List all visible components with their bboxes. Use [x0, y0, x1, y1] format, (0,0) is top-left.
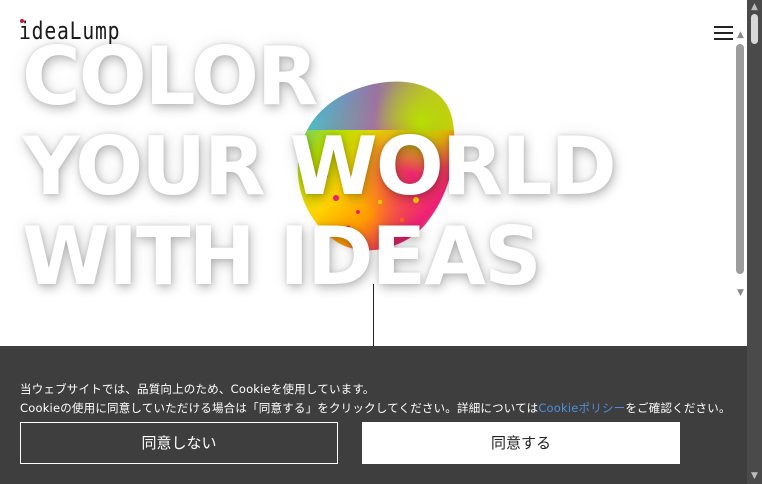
cookie-message-line-2: Cookieの使用に同意していただける場合は「同意する」をクリックしてください。…: [20, 399, 732, 418]
cookie-message-text-end: をご確認ください。: [625, 401, 731, 415]
scrollbar-thumb[interactable]: [736, 44, 744, 274]
hero-line-2: YOUR WORLD: [22, 120, 617, 213]
window-scrollbar-thumb[interactable]: [751, 14, 758, 44]
cookie-message-line-1: 当ウェブサイトでは、品質向上のため、Cookieを使用しています。: [20, 382, 375, 396]
scroll-down-arrow-icon[interactable]: ▼: [734, 288, 747, 298]
hero-headline: COLOR YOUR WORLD WITH IDEAS: [22, 30, 617, 303]
decline-cookie-button[interactable]: 同意しない: [20, 422, 338, 464]
page: ideaLump COLOR YOUR WORLD WITH IDEAS ▲ ▼…: [0, 0, 747, 484]
hero-line-3: WITH IDEAS: [22, 210, 542, 303]
hamburger-menu-icon[interactable]: [714, 26, 733, 40]
cookie-consent-banner: 当ウェブサイトでは、品質向上のため、Cookieを使用しています。 Cookie…: [0, 346, 747, 484]
cookie-policy-link[interactable]: Cookieポリシー: [538, 401, 625, 415]
hero-line-1: COLOR: [22, 30, 318, 123]
cookie-message: 当ウェブサイトでは、品質向上のため、Cookieを使用しています。 Cookie…: [20, 380, 732, 418]
scroll-indicator-line: [373, 284, 374, 348]
page-scrollbar[interactable]: ▲ ▼: [734, 30, 747, 300]
window-scroll-down-icon[interactable]: ▼: [749, 471, 760, 481]
scroll-up-arrow-icon[interactable]: ▲: [734, 30, 747, 40]
cookie-message-text: Cookieの使用に同意していただける場合は「同意する」をクリックしてください。…: [20, 401, 539, 415]
window-scroll-up-icon[interactable]: ▲: [749, 2, 760, 12]
window-scrollbar[interactable]: ▲ ▼: [747, 0, 762, 484]
accept-cookie-button[interactable]: 同意する: [362, 422, 680, 464]
